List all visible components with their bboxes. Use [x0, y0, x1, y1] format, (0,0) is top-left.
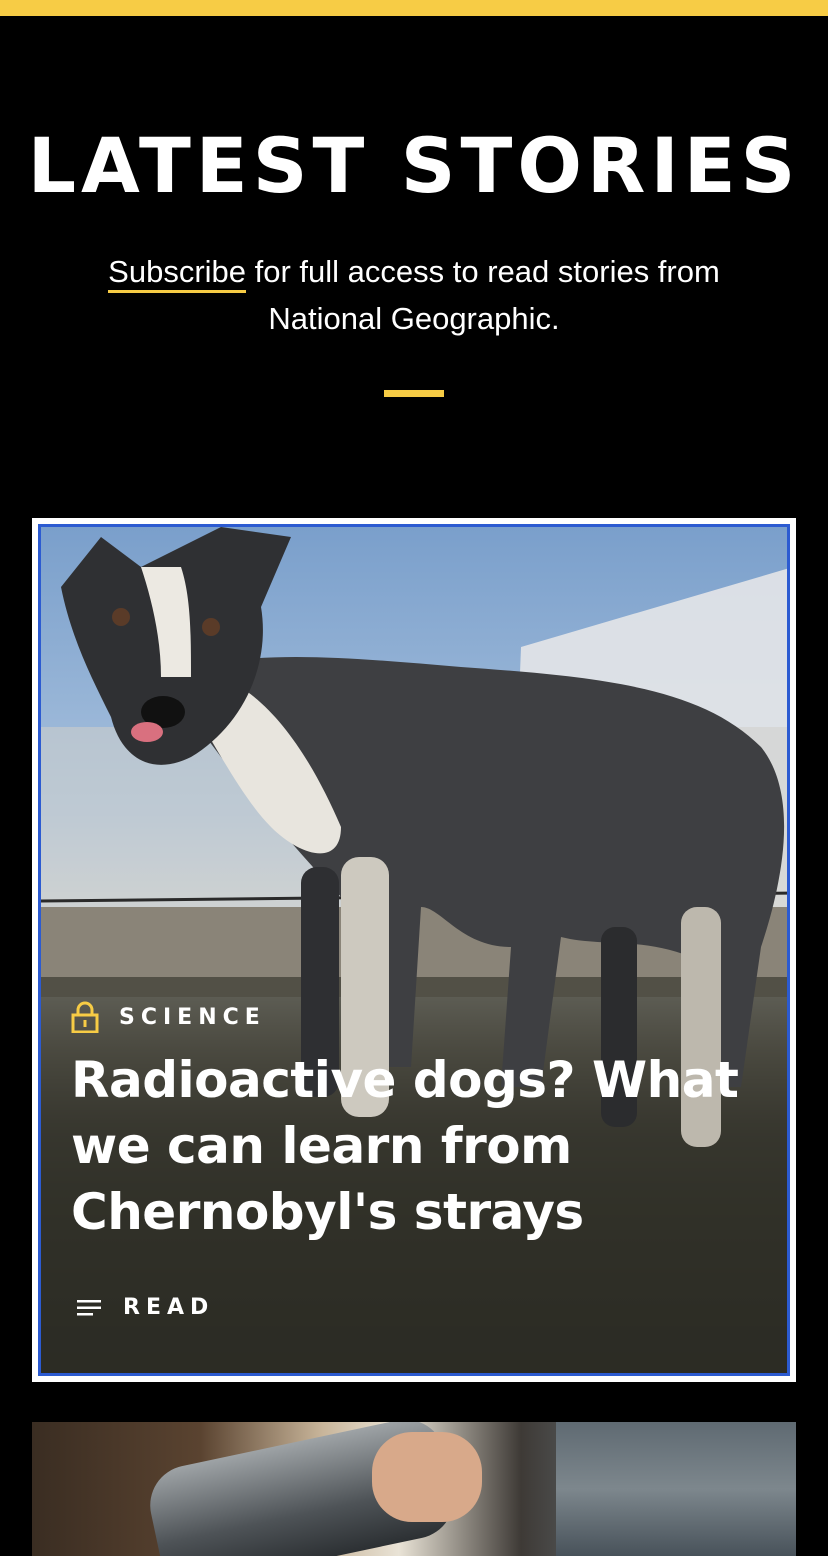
story-card-next[interactable]: [32, 1422, 796, 1556]
subscribe-link[interactable]: Subscribe: [108, 254, 247, 293]
text-lines-icon: [77, 1298, 103, 1318]
section-divider: [384, 390, 444, 397]
dog-illustration: [41, 527, 787, 1373]
subscribe-prompt: Subscribe for full access to read storie…: [60, 248, 768, 342]
read-label: READ: [123, 1295, 215, 1320]
category-label: SCIENCE: [119, 1004, 266, 1030]
story-category: SCIENCE: [71, 1001, 266, 1034]
read-button[interactable]: READ: [77, 1295, 214, 1320]
story-card[interactable]: SCIENCE Radioactive dogs? What we can le…: [32, 518, 796, 1382]
story-card-focus-outline: SCIENCE Radioactive dogs? What we can le…: [38, 524, 790, 1376]
story-image: [41, 527, 787, 1373]
lock-icon: [71, 1001, 99, 1034]
subscribe-prompt-text: for full access to read stories from Nat…: [246, 254, 720, 336]
hand-image: [372, 1432, 482, 1522]
story-title[interactable]: Radioactive dogs? What we can learn from…: [71, 1047, 761, 1245]
page-title: LATEST STORIES: [27, 121, 801, 210]
top-accent-bar: [0, 0, 828, 16]
sky-background: [556, 1422, 796, 1556]
